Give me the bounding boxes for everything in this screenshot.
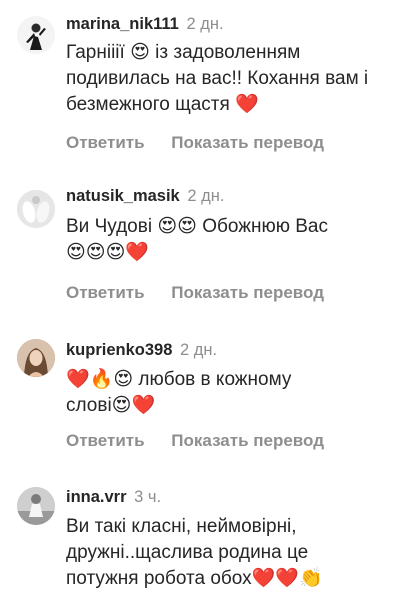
- comment-header: natusik_masik 2 дн.: [66, 186, 224, 206]
- username[interactable]: marina_nik111: [66, 15, 179, 33]
- avatar[interactable]: [17, 487, 55, 525]
- comment-text: ❤️🔥😍 любов в кожному слові😍❤️: [66, 369, 292, 416]
- comment-actions: Ответить Показать перевод: [66, 431, 324, 451]
- username[interactable]: inna.vrr: [66, 488, 127, 506]
- show-translation-button[interactable]: Показать перевод: [171, 133, 324, 152]
- show-translation-button[interactable]: Показать перевод: [171, 283, 324, 302]
- comment-header: inna.vrr 3 ч.: [66, 487, 161, 507]
- avatar[interactable]: [17, 190, 55, 228]
- comment-text: Ви такі класні, неймовірні, дружні..щасл…: [66, 516, 323, 589]
- reply-button[interactable]: Ответить: [66, 431, 145, 450]
- comment-text: Гарнііії 😍 із задоволенням подивилась на…: [66, 42, 369, 115]
- reply-button[interactable]: Ответить: [66, 133, 145, 152]
- comment-header: marina_nik111 2 дн.: [66, 14, 224, 34]
- comment-actions: Ответить Показать перевод: [66, 283, 324, 303]
- timestamp: 2 дн.: [186, 15, 224, 33]
- comment-text: Ви Чудові 😍😍 Обожнюю Вас 😍😍😍❤️: [66, 216, 328, 263]
- avatar[interactable]: [17, 16, 55, 54]
- timestamp: 2 дн.: [187, 187, 225, 205]
- timestamp: 2 дн.: [179, 341, 218, 359]
- username[interactable]: kuprienko398: [66, 341, 172, 359]
- reply-button[interactable]: Ответить: [66, 283, 145, 302]
- show-translation-button[interactable]: Показать перевод: [171, 431, 324, 450]
- comment-actions: Ответить Показать перевод: [66, 133, 324, 153]
- comment-header: kuprienko398 2 дн.: [66, 340, 217, 360]
- avatar[interactable]: [17, 339, 55, 377]
- username[interactable]: natusik_masik: [66, 187, 180, 205]
- timestamp: 3 ч.: [134, 488, 162, 506]
